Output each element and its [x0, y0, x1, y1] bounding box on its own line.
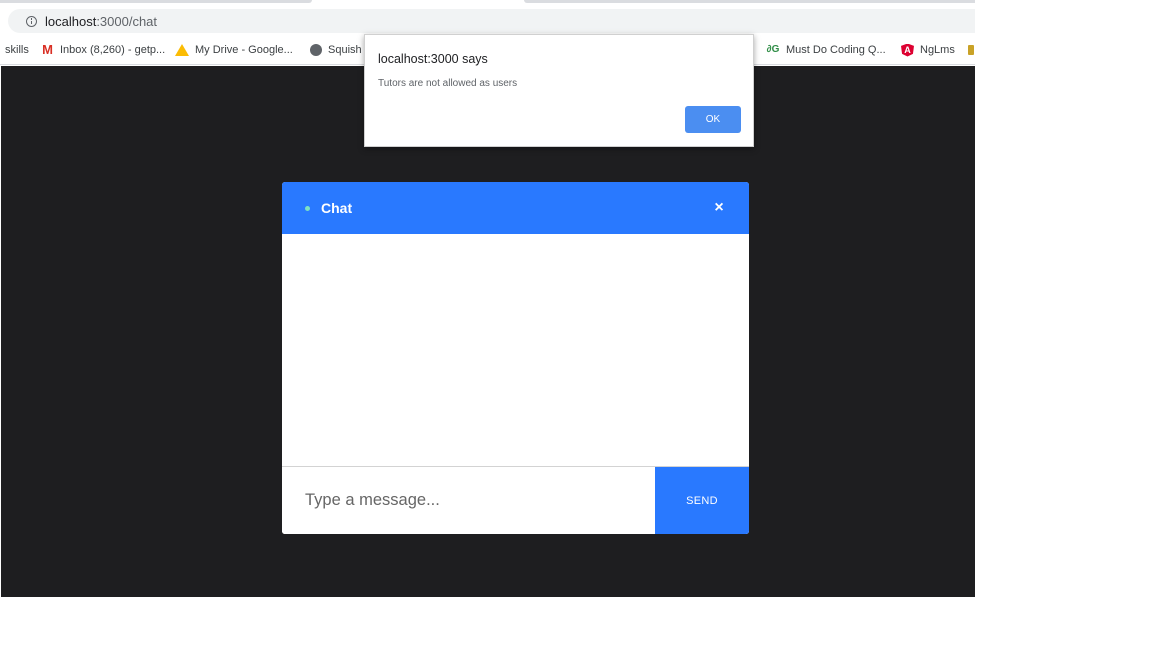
bookmark-folder-icon [968, 45, 974, 55]
geeksforgeeks-icon: ∂G [766, 44, 780, 55]
alert-title: localhost:3000 says [378, 52, 488, 66]
browser-window: localhost:3000/chat skills M Inbox (8,26… [0, 0, 975, 597]
bookmark-label: Inbox (8,260) - getp... [60, 44, 166, 56]
tab-edge-left [0, 0, 312, 3]
bookmark-overflow[interactable] [968, 43, 975, 57]
url-host: localhost [45, 13, 97, 29]
bookmark-skills[interactable]: skills [5, 43, 29, 57]
composer: SEND [282, 466, 749, 534]
bookmark-label: NgLms [920, 44, 955, 56]
angular-icon: A [901, 43, 914, 57]
bookmark-must-do-coding[interactable]: ∂G Must Do Coding Q... [766, 43, 886, 57]
bookmark-label: skills [5, 44, 29, 56]
tab-edge-right [524, 0, 975, 3]
gmail-icon: M [42, 42, 53, 57]
bookmark-label: Squish [328, 44, 362, 56]
bookmark-gmail[interactable]: M Inbox (8,260) - getp... [41, 43, 165, 57]
site-info-icon[interactable] [26, 15, 37, 27]
google-drive-icon [175, 44, 189, 56]
bookmark-squish[interactable]: Squish [310, 43, 362, 57]
alert-message: Tutors are not allowed as users [378, 78, 518, 89]
address-bar[interactable]: localhost:3000/chat [8, 9, 975, 33]
bookmark-google-drive[interactable]: My Drive - Google... [175, 43, 293, 57]
chat-title: Chat [321, 200, 353, 216]
browser-toolbar: localhost:3000/chat [0, 7, 975, 35]
chat-widget: Chat × SEND [282, 182, 749, 534]
globe-icon [310, 44, 322, 56]
send-button[interactable]: SEND [655, 467, 749, 534]
url-text: localhost:3000/chat [45, 14, 157, 29]
ok-button[interactable]: OK [685, 106, 741, 133]
alert-dialog: localhost:3000 says Tutors are not allow… [364, 34, 754, 147]
message-input[interactable] [282, 467, 655, 534]
chat-header: Chat × [282, 182, 749, 234]
bookmark-label: Must Do Coding Q... [786, 44, 886, 56]
url-path: :3000/chat [96, 13, 158, 29]
tab-strip [0, 0, 975, 7]
close-icon[interactable]: × [710, 199, 728, 217]
bookmark-nglms[interactable]: A NgLms [901, 43, 955, 57]
online-status-dot [305, 206, 310, 211]
message-list [282, 234, 749, 466]
bookmark-label: My Drive - Google... [195, 44, 293, 56]
